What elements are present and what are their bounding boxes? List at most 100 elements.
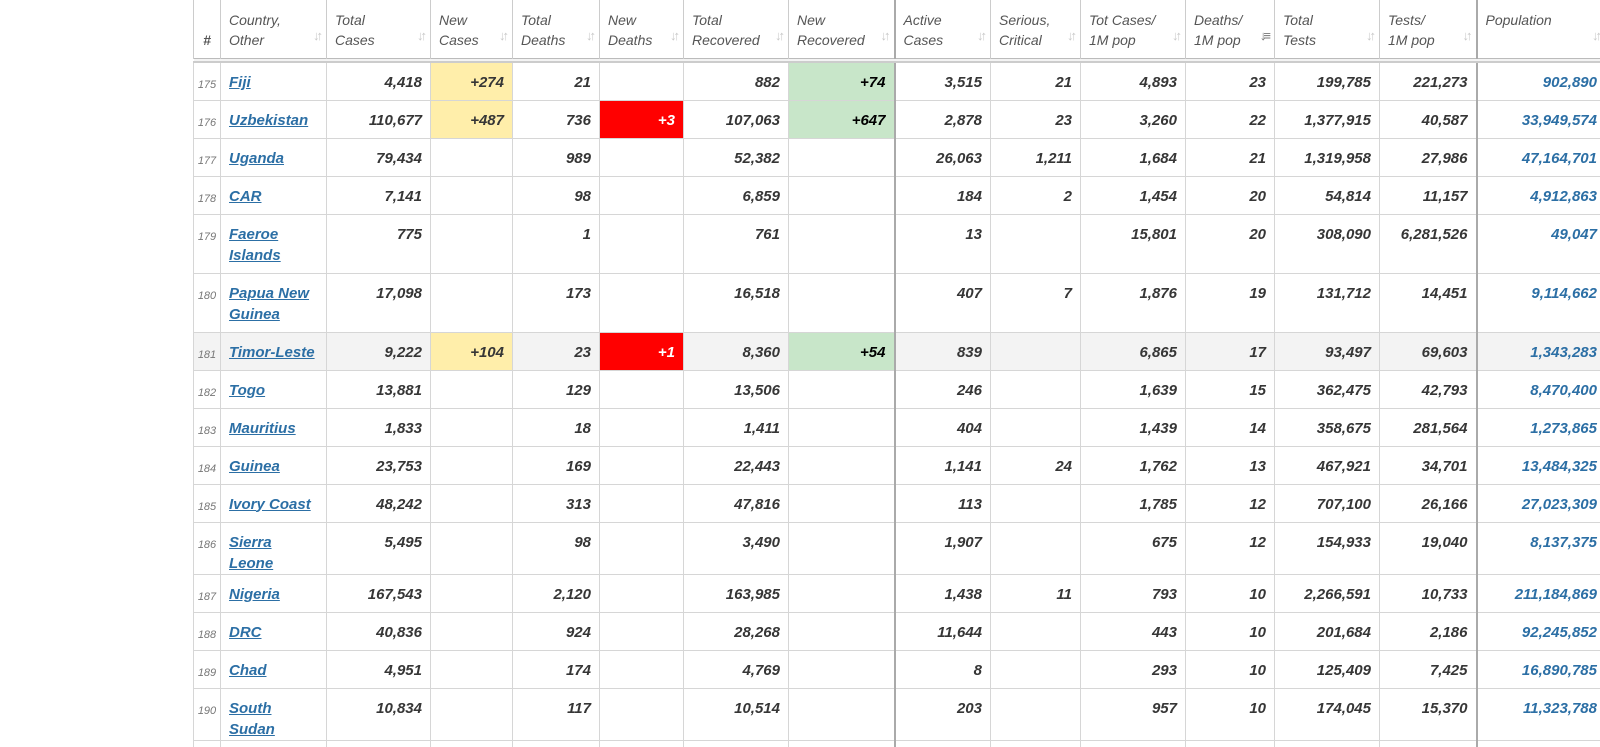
- country-link[interactable]: Nigeria: [229, 586, 280, 603]
- column-header-serious[interactable]: Serious, Critical ↓↑: [990, 0, 1081, 58]
- country-link[interactable]: Papua New Guinea: [229, 285, 309, 323]
- sort-icon[interactable]: ↓↑: [1067, 26, 1077, 46]
- cell-active-cases: 839: [894, 331, 991, 371]
- cell-deaths-1m: 21: [1185, 137, 1275, 177]
- cell-population[interactable]: 4,912,863: [1476, 175, 1600, 215]
- sort-icon[interactable]: ↓↑: [775, 26, 785, 46]
- column-header-cases-1m[interactable]: Tot Cases/1M pop ↓↑: [1080, 0, 1186, 58]
- country-link[interactable]: Uganda: [229, 150, 284, 167]
- cell-tests-1m: 281,564: [1379, 407, 1478, 447]
- cell-population[interactable]: 49,047: [1476, 213, 1600, 274]
- cell-num: 175: [193, 61, 221, 101]
- sort-desc-icon[interactable]: ↓≡: [1260, 26, 1271, 46]
- cell-num: 184: [193, 445, 221, 485]
- column-header-deaths-1m[interactable]: Deaths/1M pop ↓≡: [1185, 0, 1275, 58]
- column-header-new-recovered[interactable]: New Recovered ↓↑: [788, 0, 896, 58]
- sort-icon[interactable]: ↓↑: [670, 26, 680, 46]
- country-link[interactable]: DRC: [229, 624, 262, 641]
- cell-num: 178: [193, 175, 221, 215]
- country-link[interactable]: Chad: [229, 662, 267, 679]
- country-link[interactable]: Guinea: [229, 458, 280, 475]
- country-link[interactable]: Fiji: [229, 74, 251, 91]
- cell-deaths-1m: 10: [1185, 649, 1275, 689]
- column-header-label-line1: New: [797, 12, 826, 28]
- sort-icon[interactable]: ↓↑: [417, 26, 427, 46]
- sort-icon[interactable]: ↓↑: [977, 26, 987, 46]
- cell-population[interactable]: 8,470,400: [1476, 369, 1600, 409]
- column-header-population[interactable]: Population ↓↑: [1476, 0, 1600, 58]
- column-header-total-recovered[interactable]: Total Recovered ↓↑: [683, 0, 789, 58]
- cell-population[interactable]: 27,023,309: [1476, 483, 1600, 523]
- cell-new-deaths: [599, 61, 684, 101]
- sort-icon[interactable]: ↓↑: [586, 26, 596, 46]
- column-header-total-cases[interactable]: Total Cases ↓↑: [326, 0, 431, 58]
- cell-tests-1m: 6,281,526: [1379, 213, 1478, 274]
- cell-serious: [990, 213, 1081, 274]
- cell-total-tests: [1274, 739, 1380, 747]
- column-header-new-deaths[interactable]: New Deaths ↓↑: [599, 0, 684, 58]
- cell-total-cases: 775: [326, 213, 431, 274]
- cell-total-cases: 40,836: [326, 611, 431, 651]
- cell-total-tests: 362,475: [1274, 369, 1380, 409]
- cell-total-cases: 13,478: [326, 739, 431, 747]
- cell-population[interactable]: 33,949,574: [1476, 99, 1600, 139]
- cell-country: Sierra Leone: [220, 521, 327, 575]
- cell-new-deaths: [599, 739, 684, 747]
- cell-total-recovered: 6,859: [683, 175, 789, 215]
- column-header-label-line2: Recovered: [797, 32, 865, 48]
- cell-new-deaths: [599, 213, 684, 274]
- cell-country: Guinea: [220, 445, 327, 485]
- country-link[interactable]: Sierra Leone: [229, 534, 273, 572]
- cell-population[interactable]: 1,343,283: [1476, 331, 1600, 371]
- cell-cases-1m: 1,439: [1080, 407, 1186, 447]
- sort-icon[interactable]: ↓↑: [313, 26, 323, 46]
- cell-deaths-1m: 10: [1185, 611, 1275, 651]
- cell-total-deaths: 129: [512, 369, 600, 409]
- column-header-country[interactable]: Country, Other ↓↑: [220, 0, 327, 58]
- cell-serious: 11: [990, 573, 1081, 613]
- sort-icon[interactable]: ↓↑: [881, 26, 891, 46]
- cell-population[interactable]: 1,273,865: [1476, 407, 1600, 447]
- cell-cases-1m: 1,762: [1080, 445, 1186, 485]
- cell-population[interactable]: 9,749,232: [1476, 739, 1600, 747]
- cell-population[interactable]: 8,137,375: [1476, 521, 1600, 575]
- table-row: 177 Uganda 79,434 989 52,382 26,063 1,211 1,684…: [193, 137, 1600, 177]
- cell-active-cases: 11,644: [894, 611, 991, 651]
- sort-icon[interactable]: ↓↑: [1366, 26, 1376, 46]
- cell-new-cases: [430, 573, 513, 613]
- cell-population[interactable]: 47,164,701: [1476, 137, 1600, 177]
- column-header-tests-1m[interactable]: Tests/1M pop ↓↑: [1379, 0, 1478, 58]
- cell-cases-1m: 443: [1080, 611, 1186, 651]
- cell-population[interactable]: 902,890: [1476, 61, 1600, 101]
- cell-total-tests: 308,090: [1274, 213, 1380, 274]
- column-header-active-cases[interactable]: Active Cases ↓↑: [894, 0, 991, 58]
- column-header-total-tests[interactable]: Total Tests ↓↑: [1274, 0, 1380, 58]
- cell-cases-1m: 4,893: [1080, 61, 1186, 101]
- table-row: 182 Togo 13,881 129 13,506 246 1,639 15 362,475 4…: [193, 369, 1600, 409]
- cell-total-tests: 93,497: [1274, 331, 1380, 371]
- country-link[interactable]: Togo: [229, 382, 265, 399]
- sort-icon[interactable]: ↓↑: [1592, 26, 1600, 46]
- cell-population[interactable]: 13,484,325: [1476, 445, 1600, 485]
- country-link[interactable]: CAR: [229, 188, 262, 205]
- country-link[interactable]: Uzbekistan: [229, 112, 308, 129]
- cell-population[interactable]: 11,323,788: [1476, 687, 1600, 741]
- country-link[interactable]: Mauritius: [229, 420, 296, 437]
- country-link[interactable]: Ivory Coast: [229, 496, 311, 513]
- column-header-total-deaths[interactable]: Total Deaths ↓↑: [512, 0, 600, 58]
- column-header-num[interactable]: #: [193, 0, 221, 58]
- sort-icon[interactable]: ↓↑: [1172, 26, 1182, 46]
- country-link[interactable]: Faeroe Islands: [229, 226, 281, 264]
- cell-population[interactable]: 92,245,852: [1476, 611, 1600, 651]
- cell-num: 176: [193, 99, 221, 139]
- cell-num: 177: [193, 137, 221, 177]
- cell-cases-1m: 1,382: [1080, 739, 1186, 747]
- country-link[interactable]: South Sudan: [229, 700, 275, 738]
- sort-icon[interactable]: ↓↑: [1463, 26, 1473, 46]
- cell-population[interactable]: 211,184,869: [1476, 573, 1600, 613]
- cell-population[interactable]: 9,114,662: [1476, 272, 1600, 333]
- country-link[interactable]: Timor-Leste: [229, 344, 315, 361]
- cell-population[interactable]: 16,890,785: [1476, 649, 1600, 689]
- sort-icon[interactable]: ↓↑: [499, 26, 509, 46]
- column-header-new-cases[interactable]: New Cases ↓↑: [430, 0, 513, 58]
